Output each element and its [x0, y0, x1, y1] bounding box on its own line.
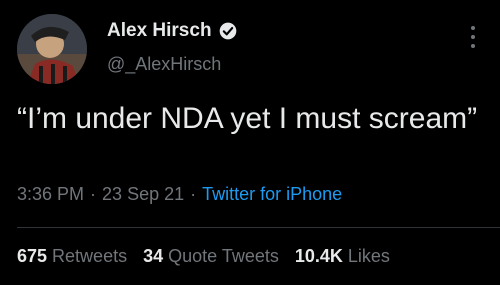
- quote-tweets-stat[interactable]: 34 Quote Tweets: [143, 246, 279, 267]
- more-options-icon[interactable]: [463, 23, 483, 51]
- tweet-stats: 675 Retweets 34 Quote Tweets 10.4K Likes: [17, 246, 390, 267]
- likes-label: Likes: [347, 246, 390, 266]
- verified-badge-icon: [219, 22, 236, 40]
- more-dot: [471, 34, 475, 39]
- likes-count: 10.4K: [294, 246, 343, 266]
- meta-separator: ·: [90, 184, 97, 204]
- quote-tweets-count: 34: [143, 246, 164, 266]
- tweet-meta: 3:36 PM · 23 Sep 21 · Twitter for iPhone: [17, 184, 342, 205]
- tweet-date[interactable]: 23 Sep 21: [102, 184, 184, 205]
- display-name[interactable]: Alex Hirsch: [107, 20, 212, 42]
- tweet-time[interactable]: 3:36 PM: [17, 184, 84, 205]
- tweet-source-link[interactable]: Twitter for iPhone: [202, 184, 342, 205]
- avatar-image: [17, 14, 87, 84]
- avatar[interactable]: [17, 14, 87, 84]
- tweet-header: Alex Hirsch @_AlexHirsch: [17, 14, 483, 84]
- divider: [17, 227, 500, 228]
- meta-separator: ·: [190, 184, 197, 204]
- author-handle[interactable]: @_AlexHirsch: [107, 54, 238, 75]
- retweets-label: Retweets: [52, 246, 128, 266]
- quote-tweets-label: Quote Tweets: [168, 246, 279, 266]
- author-names: Alex Hirsch @_AlexHirsch: [107, 20, 238, 75]
- retweets-count: 675: [17, 246, 48, 266]
- likes-stat[interactable]: 10.4K Likes: [295, 246, 390, 267]
- display-name-row: Alex Hirsch: [107, 20, 238, 42]
- more-dot: [471, 44, 475, 49]
- tweet-text: “I’m under NDA yet I must scream”: [17, 102, 478, 135]
- retweets-stat[interactable]: 675 Retweets: [17, 246, 127, 267]
- more-dot: [471, 25, 475, 30]
